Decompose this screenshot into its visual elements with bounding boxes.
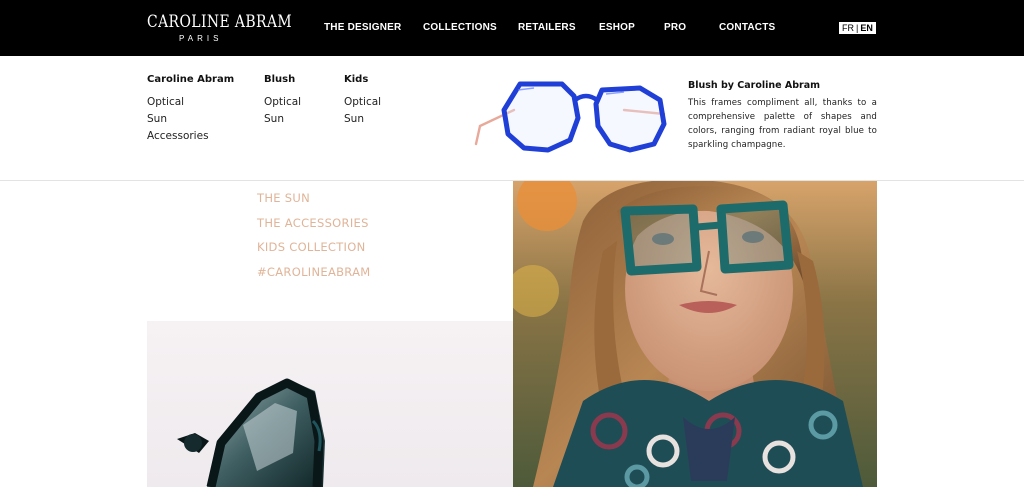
brand-logo-name: CAROLINE ABRAM — [147, 12, 293, 32]
language-switcher: FR | EN — [839, 22, 876, 34]
dropdown-column-caroline-abram: Caroline Abram Optical Sun Accessories — [147, 74, 234, 145]
brand-logo-city: PARIS — [179, 34, 223, 43]
top-navigation-bar: CAROLINE ABRAM PARIS THE DESIGNER COLLEC… — [0, 0, 1024, 56]
promo-description: This frames compliment all, thanks to a … — [688, 98, 877, 150]
nav-item-pro[interactable]: PRO — [664, 22, 686, 33]
dropdown-link-accessories[interactable]: Accessories — [147, 128, 234, 145]
dropdown-link-sun[interactable]: Sun — [264, 111, 301, 128]
sunglasses-image — [177, 378, 325, 487]
nav-item-eshop[interactable]: ESHOP — [599, 22, 635, 33]
model-portrait — [513, 181, 877, 487]
nav-item-retailers[interactable]: RETAILERS — [518, 22, 576, 33]
dropdown-link-sun[interactable]: Sun — [344, 111, 381, 128]
collections-dropdown: Caroline Abram Optical Sun Accessories B… — [0, 56, 1024, 181]
dropdown-column-kids: Kids Optical Sun — [344, 74, 381, 128]
brand-logo[interactable]: CAROLINE ABRAM PARIS — [147, 11, 293, 45]
dropdown-column-title[interactable]: Blush — [264, 74, 301, 85]
link-hashtag-carolineabram[interactable]: #CAROLINEABRAM — [257, 260, 371, 285]
dropdown-column-title[interactable]: Caroline Abram — [147, 74, 234, 85]
dropdown-column-blush: Blush Optical Sun — [264, 74, 301, 128]
language-fr[interactable]: FR — [842, 23, 854, 33]
link-the-accessories[interactable]: THE ACCESSORIES — [257, 211, 371, 236]
link-the-sun[interactable]: THE SUN — [257, 186, 371, 211]
dropdown-link-optical[interactable]: Optical — [344, 94, 381, 111]
language-en[interactable]: EN — [860, 23, 873, 33]
nav-item-contacts[interactable]: CONTACTS — [719, 22, 775, 33]
dropdown-link-sun[interactable]: Sun — [147, 111, 234, 128]
dropdown-link-optical[interactable]: Optical — [147, 94, 234, 111]
promo-title: Blush by Caroline Abram — [688, 80, 821, 91]
dropdown-link-optical[interactable]: Optical — [264, 94, 301, 111]
collection-links: THE SUN THE ACCESSORIES KIDS COLLECTION … — [257, 186, 371, 284]
nav-item-the-designer[interactable]: THE DESIGNER — [324, 22, 401, 33]
blush-glasses-image[interactable] — [474, 80, 668, 154]
nav-item-collections[interactable]: COLLECTIONS — [423, 22, 497, 33]
model-wearing-glasses-image — [513, 181, 877, 487]
language-separator: | — [856, 23, 859, 33]
dropdown-column-title[interactable]: Kids — [344, 74, 381, 85]
link-kids-collection[interactable]: KIDS COLLECTION — [257, 235, 371, 260]
product-photo — [147, 321, 513, 487]
